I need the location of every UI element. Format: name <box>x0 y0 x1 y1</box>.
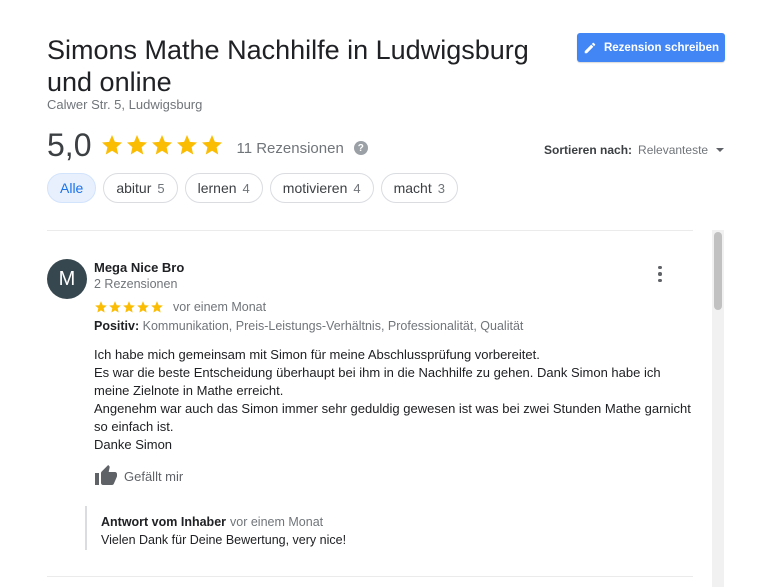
write-review-button[interactable]: Rezension schreiben <box>577 33 725 62</box>
positive-text: Kommunikation, Preis-Leistungs-Verhältni… <box>142 319 524 333</box>
review-text: Ich habe mich gemeinsam mit Simon für me… <box>94 346 699 454</box>
more-vert-icon <box>658 265 662 270</box>
star-icon <box>177 135 198 155</box>
chip-label: lernen <box>197 180 237 196</box>
review-count: 11 Rezensionen <box>236 139 344 157</box>
reply-author: Antwort vom Inhaber <box>101 515 227 529</box>
chip-count: 3 <box>437 180 445 196</box>
thumb-up-icon <box>95 465 117 485</box>
chip-label: abitur <box>116 180 152 196</box>
pencil-icon <box>584 42 596 53</box>
review-text-line: Ich habe mich gemeinsam mit Simon für me… <box>94 347 540 362</box>
rating-summary: 5,0 11 Rezensionen ? <box>47 125 368 165</box>
like-button[interactable]: Gefällt mir <box>94 464 183 486</box>
chip-abitur[interactable]: abitur 5 <box>103 173 178 203</box>
reviewer-review-count[interactable]: 2 Rezensionen <box>94 277 177 291</box>
topic-filter-chips: Alle abitur 5 lernen 4 motivieren 4 macht 3 <box>47 173 458 203</box>
divider <box>47 230 693 231</box>
sort-value: Relevanteste <box>638 143 709 157</box>
star-icon <box>95 301 107 313</box>
star-icon <box>152 135 173 155</box>
divider <box>47 576 693 577</box>
sort-label: Sortieren nach: <box>544 143 633 157</box>
chip-label: motivieren <box>282 180 348 196</box>
chip-alle[interactable]: Alle <box>47 173 97 203</box>
more-vert-icon <box>658 278 662 283</box>
star-icon <box>202 135 223 155</box>
chip-count: 4 <box>242 180 250 196</box>
star-icon <box>151 301 163 313</box>
review-text-line: Angenehm war auch das Simon immer sehr g… <box>94 401 691 434</box>
chip-count: 4 <box>353 180 361 196</box>
help-icon[interactable]: ? <box>353 141 368 155</box>
sort-dropdown[interactable]: Sortieren nach: Relevanteste <box>544 143 725 157</box>
average-rating: 5,0 <box>47 126 92 163</box>
chip-count: 5 <box>157 180 165 196</box>
review-time: vor einem Monat <box>173 300 267 314</box>
review-stars <box>94 300 164 314</box>
more-options-button[interactable] <box>652 264 668 284</box>
chip-lernen[interactable]: lernen 4 <box>184 173 263 203</box>
more-vert-icon <box>658 272 662 276</box>
review-text-line: Danke Simon <box>94 437 173 452</box>
scrollbar-thumb[interactable] <box>714 232 722 310</box>
star-icon <box>123 301 135 313</box>
reply-time: vor einem Monat <box>230 515 324 529</box>
business-address: Calwer Str. 5, Ludwigsburg <box>47 97 203 112</box>
reply-text: Vielen Dank für Deine Bewertung, very ni… <box>101 533 347 547</box>
positive-attributes: Positiv: Kommunikation, Preis-Leistungs-… <box>94 319 523 333</box>
star-icon <box>102 135 123 155</box>
write-review-label: Rezension schreiben <box>603 41 720 54</box>
page-title: Simons Mathe Nachhilfe in Ludwigsburg un… <box>47 35 529 97</box>
positive-label: Positiv: <box>94 319 140 333</box>
rating-stars <box>100 133 224 157</box>
review-rating-row: vor einem Monat <box>94 300 266 314</box>
caret-down-icon <box>716 148 725 152</box>
review-text-line: Es war die beste Entscheidung überhaupt … <box>94 365 661 398</box>
star-icon <box>137 301 149 313</box>
chip-label: Alle <box>60 180 84 196</box>
owner-reply: Antwort vom Inhaber vor einem Monat Viele… <box>85 506 687 550</box>
chip-motivieren[interactable]: motivieren 4 <box>269 173 374 203</box>
chip-macht[interactable]: macht 3 <box>380 173 458 203</box>
reviewer-name[interactable]: Mega Nice Bro <box>94 260 184 275</box>
like-label: Gefällt mir <box>124 469 184 484</box>
reply-header: Antwort vom Inhaber vor einem Monat <box>101 515 323 529</box>
star-icon <box>127 135 148 155</box>
avatar[interactable]: M <box>47 259 87 299</box>
chip-label: macht <box>393 180 432 196</box>
star-icon <box>109 301 121 313</box>
